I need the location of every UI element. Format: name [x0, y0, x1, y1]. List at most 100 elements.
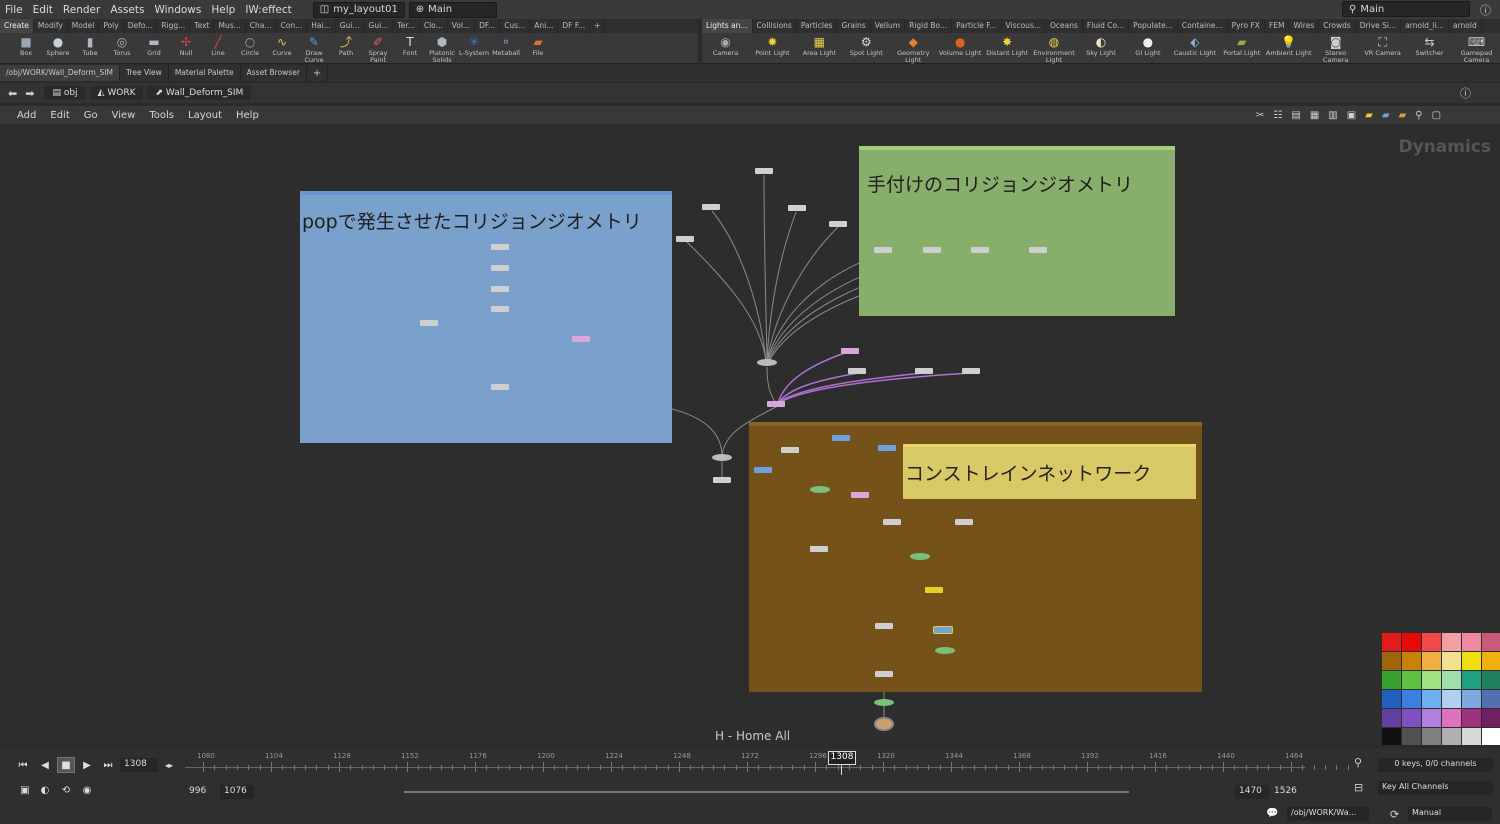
shelf-tab[interactable]: DF... — [475, 19, 501, 33]
pane-tab[interactable]: Material Palette — [169, 65, 241, 81]
loop-icon[interactable]: ⟲ — [57, 782, 75, 798]
node-merge[interactable] — [810, 486, 830, 493]
color-swatch[interactable] — [1442, 709, 1461, 727]
shelf-tool[interactable]: ⬖ Caustic Light — [1171, 33, 1218, 64]
shelf-tab[interactable]: Create — [0, 19, 34, 33]
shelf-tool[interactable]: ⇆ Switcher — [1406, 33, 1453, 64]
shelf-tool[interactable]: ▰ Portal Light — [1218, 33, 1265, 64]
menu-item-iweffect[interactable]: IW:effect — [240, 4, 296, 16]
add-shelf-tab-button[interactable]: + — [590, 19, 606, 33]
node[interactable] — [810, 546, 828, 552]
shelf-tool[interactable]: ✳ L-System — [458, 33, 490, 64]
shelf-tool[interactable]: ⬢ Platonic Solids — [426, 33, 458, 64]
shelf-tab[interactable]: Mus... — [214, 19, 246, 33]
search-icon[interactable]: ⚲ — [1415, 110, 1422, 121]
color-swatch[interactable] — [1422, 652, 1441, 670]
node[interactable] — [955, 519, 973, 525]
node[interactable] — [491, 306, 509, 312]
thumb-view-icon[interactable]: ▥ — [1328, 110, 1337, 121]
shelf-tool[interactable]: ∿ Curve — [266, 33, 298, 64]
node[interactable] — [491, 244, 509, 250]
back-arrow-icon[interactable]: ⬅ — [8, 87, 17, 100]
shelf-tab[interactable]: Crowds — [1319, 19, 1356, 33]
color-swatch[interactable] — [1442, 633, 1461, 651]
color-swatch[interactable] — [1382, 728, 1401, 745]
shelf-tool[interactable]: ✐ Spray Paint — [362, 33, 394, 64]
color-swatch[interactable] — [1402, 652, 1421, 670]
color-swatch[interactable] — [1422, 709, 1441, 727]
node[interactable] — [676, 236, 694, 242]
status-path[interactable]: /obj/WORK/Wa... — [1287, 807, 1369, 821]
audio-icon[interactable]: ◐ — [36, 782, 54, 798]
shelf-tool[interactable]: ◙ Stereo Camera — [1312, 33, 1359, 64]
node[interactable] — [923, 247, 941, 253]
node-merge[interactable] — [910, 553, 930, 560]
menu-item-assets[interactable]: Assets — [105, 4, 149, 16]
shelf-tab[interactable]: Fluid Co... — [1083, 19, 1130, 33]
node[interactable] — [915, 368, 933, 374]
color-swatch[interactable] — [1402, 709, 1421, 727]
shelf-tool[interactable]: ● GI Light — [1124, 33, 1171, 64]
node[interactable] — [491, 265, 509, 271]
shelf-tool[interactable]: ⚙ Spot Light — [843, 33, 890, 64]
node-merge[interactable] — [935, 647, 955, 654]
node[interactable] — [971, 247, 989, 253]
shelf-tab[interactable]: Rigid Bo... — [905, 19, 953, 33]
node[interactable] — [1029, 247, 1047, 253]
color-swatch[interactable] — [1422, 633, 1441, 651]
cook-mode-dropdown[interactable]: Manual — [1408, 807, 1492, 821]
window-icon[interactable]: ▢ — [1432, 110, 1441, 121]
shelf-tab[interactable]: Text — [190, 19, 215, 33]
node[interactable] — [491, 384, 509, 390]
jump-start-icon[interactable]: ⏮ — [14, 757, 32, 773]
stop-icon[interactable]: ■ — [57, 757, 75, 773]
node[interactable] — [874, 699, 894, 706]
shelf-tab[interactable]: Lights an... — [702, 19, 753, 33]
global-start-field[interactable]: 996 — [185, 785, 219, 799]
shelf-tool[interactable]: ⌨ Gamepad Camera — [1453, 33, 1500, 64]
shelf-tab[interactable]: Grains — [837, 19, 871, 33]
network-menu-item[interactable]: Tools — [142, 110, 181, 121]
shelf-tab[interactable]: Gui... — [365, 19, 394, 33]
menu-item-file[interactable]: File — [0, 4, 28, 16]
shelf-tab[interactable]: arnold — [1449, 19, 1482, 33]
shelf-tool[interactable]: ✎ Draw Curve — [298, 33, 330, 64]
shelf-tab[interactable]: Pyro FX — [1228, 19, 1265, 33]
frame-indicator[interactable]: 1308 — [828, 751, 856, 765]
shelf-tab[interactable]: arnold_li... — [1401, 19, 1449, 33]
color-swatch[interactable] — [1482, 671, 1500, 689]
node[interactable] — [572, 336, 590, 342]
sticky-note[interactable]: コンストレインネットワーク — [903, 444, 1196, 499]
color-swatch[interactable] — [1442, 652, 1461, 670]
help-icon[interactable]: ⓘ — [1480, 2, 1491, 18]
shelf-tool[interactable]: ✸ Distant Light — [984, 33, 1031, 64]
network-menu-item[interactable]: Go — [77, 110, 105, 121]
refresh-icon[interactable]: ⟳ — [1390, 808, 1399, 821]
node[interactable] — [781, 447, 799, 453]
node[interactable] — [841, 348, 859, 354]
node-output[interactable] — [874, 717, 894, 731]
image-icon[interactable]: ▣ — [1347, 110, 1356, 121]
color-swatch[interactable] — [1442, 690, 1461, 708]
node[interactable] — [875, 623, 893, 629]
shelf-tab[interactable]: Rigg... — [157, 19, 191, 33]
fps-icon[interactable]: ◉ — [78, 782, 96, 798]
color-swatch[interactable] — [1402, 633, 1421, 651]
timeline-ruler[interactable]: 1080 1104 1128 1152 1176 1200 1224 1248 1272 1296… — [185, 752, 1349, 782]
color-swatch[interactable] — [1422, 671, 1441, 689]
node[interactable] — [702, 204, 720, 210]
node[interactable] — [755, 168, 773, 174]
add-tab-button[interactable]: + — [307, 65, 329, 81]
node[interactable] — [962, 368, 980, 374]
node[interactable] — [851, 492, 869, 498]
network-box-pop-collision[interactable]: popで発生させたコリジョンジオメトリ — [300, 191, 672, 443]
color-swatch[interactable] — [1442, 671, 1461, 689]
breadcrumb-item[interactable]: ▤ obj — [44, 86, 86, 100]
color-swatch[interactable] — [1402, 671, 1421, 689]
shelf-tab[interactable]: Cus... — [500, 19, 531, 33]
network-menu-item[interactable]: Add — [10, 110, 43, 121]
range-end-field[interactable]: 1470 — [1235, 785, 1269, 799]
shelf-tool[interactable]: ◍ Environment Light — [1031, 33, 1078, 64]
network-editor[interactable]: Dynamics popで発生させたコリジョンジオメトリ 手付けのコリジョンジオ… — [0, 125, 1500, 745]
shelf-tab[interactable]: Clo... — [420, 19, 448, 33]
